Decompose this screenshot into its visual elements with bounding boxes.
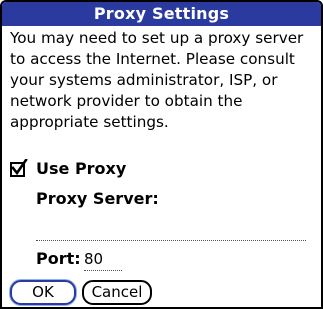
- proxy-server-label: Proxy Server:: [36, 189, 159, 208]
- port-label: Port:: [36, 249, 81, 268]
- dialog-message: You may need to set up a proxy server to…: [10, 29, 304, 131]
- use-proxy-checkbox-row[interactable]: Use Proxy: [10, 157, 126, 179]
- ok-button[interactable]: OK: [10, 280, 76, 305]
- checkbox-checked-icon[interactable]: [10, 159, 28, 177]
- cancel-button[interactable]: Cancel: [82, 280, 152, 305]
- proxy-server-input[interactable]: [36, 218, 306, 241]
- use-proxy-label: Use Proxy: [36, 158, 127, 178]
- port-input[interactable]: 80: [84, 248, 122, 271]
- proxy-settings-dialog: Proxy Settings You may need to set up a …: [0, 0, 323, 309]
- dialog-title: Proxy Settings: [2, 2, 321, 26]
